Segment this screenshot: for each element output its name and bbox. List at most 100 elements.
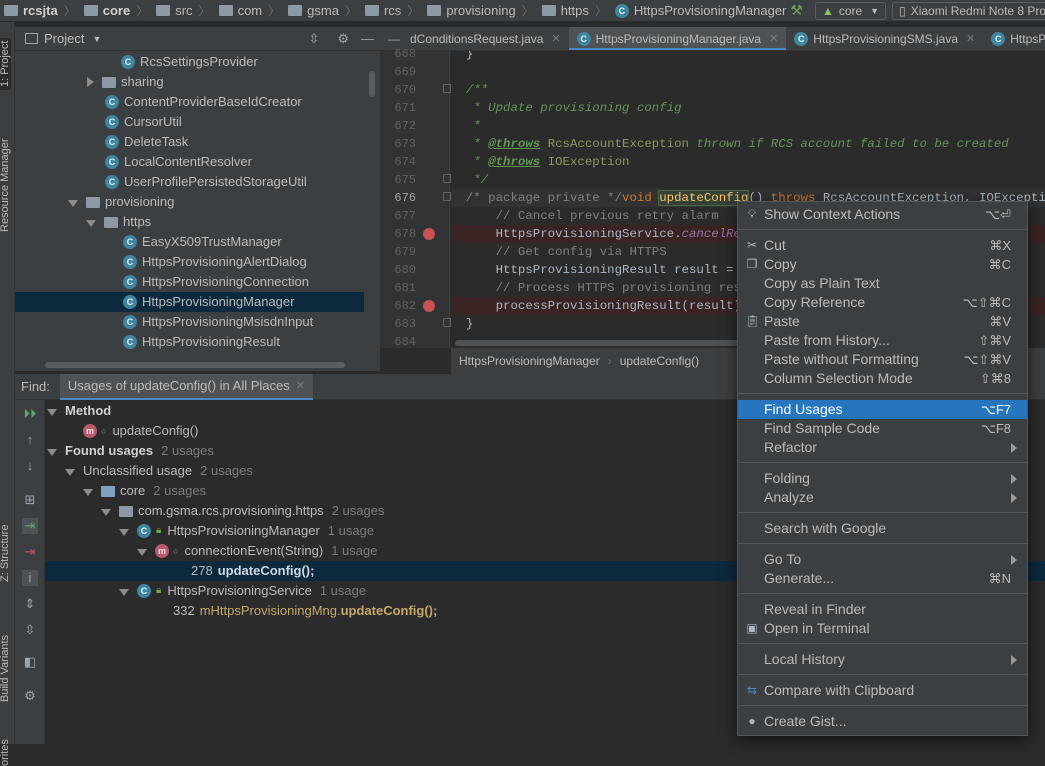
tree-item[interactable]: C RcsSettingsProvider [121,52,258,72]
collapse-arrow-icon[interactable] [119,588,129,596]
menu-item-local-history[interactable]: Local History [738,650,1027,669]
menu-item-copy-reference[interactable]: Copy Reference ⌥⇧⌘C [738,293,1027,312]
tab-resource-manager[interactable]: Resource Manager [0,138,11,232]
menu-item-compare-clipboard[interactable]: ⇆ Compare with Clipboard [738,681,1027,700]
close-icon[interactable]: ✕ [769,32,778,45]
arrow-up-icon[interactable]: ↑ [22,432,38,448]
rerun-icon[interactable]: ⏵⏵ [22,406,38,422]
expand-all-icon[interactable]: ⇕ [22,596,38,612]
write-access-icon[interactable]: ⇥ [22,544,38,560]
menu-item-copy-plain-text[interactable]: Copy as Plain Text [738,274,1027,293]
tree-item[interactable]: C HttpsProvisioningAlertDialog [123,252,307,272]
menu-item-copy[interactable]: ❐ Copy ⌘C [738,255,1027,274]
menu-item-cut[interactable]: ✂ Cut ⌘X [738,236,1027,255]
fold-icon[interactable] [443,318,451,327]
device-select[interactable]: ▯Xiaomi Redmi Note 8 Pro▼ [892,1,1045,20]
editor-gutter[interactable]: 668 669 670 671 672 673 674 675 676 677 … [380,47,451,349]
breadcrumb-item[interactable]: rcsjta 〉 [0,0,80,21]
close-icon[interactable]: ✕ [296,379,305,392]
tree-item[interactable]: C EasyX509TrustManager [123,232,282,252]
hide-icon[interactable]: — [361,31,374,46]
tab-structure[interactable]: Z: Structure [0,525,11,582]
tree-item[interactable]: provisioning [68,192,174,212]
collapse-all-icon[interactable]: ⇳ [308,31,319,47]
collapse-arrow-icon[interactable] [86,219,96,227]
menu-item-search-google[interactable]: Search with Google [738,519,1027,538]
tree-item[interactable]: C HttpsProvisioningConnection [123,272,309,292]
menu-item-analyze[interactable]: Analyze [738,488,1027,507]
menu-item-folding[interactable]: Folding [738,469,1027,488]
hammer-icon[interactable]: ⚒ [790,2,803,19]
collapse-arrow-icon[interactable] [47,408,57,416]
breadcrumb-method[interactable]: updateConfig() [620,354,699,368]
menu-item-go-to[interactable]: Go To [738,550,1027,569]
project-view-select[interactable]: Project [44,31,84,46]
breadcrumb-item[interactable]: com 〉 [215,0,285,21]
fold-icon[interactable] [443,174,451,183]
tree-item[interactable]: C CursorUtil [105,112,182,132]
collapse-arrow-icon[interactable] [68,199,78,207]
menu-item-open-in-terminal[interactable]: ▣ Open in Terminal [738,619,1027,638]
tree-item-selected[interactable]: C HttpsProvisioningManager [15,292,364,312]
tree-item[interactable]: C UserProfilePersistedStorageUtil [105,172,307,192]
tree-item[interactable]: sharing [87,72,164,92]
breakpoint-icon[interactable] [423,228,435,240]
read-access-icon[interactable]: ⇥ [22,518,38,534]
breadcrumb-item[interactable]: https 〉 [538,0,611,21]
menu-item-paste-without-formatting[interactable]: Paste without Formatting ⌥⇧⌘V [738,350,1027,369]
menu-item-show-context-actions[interactable]: 💡︎ Show Context Actions ⌥⏎ [738,205,1027,224]
menu-item-find-sample-code[interactable]: Find Sample Code ⌥F8 [738,419,1027,438]
preview-icon[interactable]: ◧ [22,654,38,670]
gear-icon[interactable]: ⚙ [337,31,349,47]
menu-item-column-selection[interactable]: Column Selection Mode ⇧⌘8 [738,369,1027,388]
find-tab[interactable]: Usages of updateConfig() in All Places ✕ [59,373,313,400]
menu-item-create-gist[interactable]: ● Create Gist... [738,712,1027,731]
tree-item[interactable]: C HttpsProvisioningResult [123,332,280,352]
tree-item[interactable]: https [86,212,151,232]
tab-https-provisioning-sms[interactable]: C HttpsProvisioningSMS.java ✕ [786,27,983,50]
group-icon[interactable]: ⊞ [22,492,38,508]
arrow-down-icon[interactable]: ↓ [22,458,38,474]
collapse-arrow-icon[interactable] [119,528,129,536]
breadcrumb-item[interactable]: rcs 〉 [361,0,423,21]
close-icon[interactable]: ✕ [966,32,975,45]
info-icon[interactable]: i [22,570,38,586]
breadcrumb-item[interactable]: C HttpsProvisioningManager [611,0,790,21]
menu-item-find-usages[interactable]: Find Usages ⌥F7 [738,400,1027,419]
menu-item-generate[interactable]: Generate... ⌘N [738,569,1027,588]
tab-https-provisioning-more[interactable]: CHttpsProvisioninc [983,27,1045,50]
breakpoint-icon[interactable] [423,300,435,312]
tree-item[interactable]: C ContentProviderBaseIdCreator [105,92,302,112]
breadcrumb-item[interactable]: gsma 〉 [284,0,361,21]
breadcrumb-item[interactable]: src 〉 [152,0,214,21]
tab-https-provisioning-manager[interactable]: C HttpsProvisioningManager.java ✕ [568,27,787,50]
menu-item-paste[interactable]: 📋︎ Paste ⌘V [738,312,1027,331]
tree-item[interactable]: C LocalContentResolver [105,152,252,172]
close-icon[interactable]: ✕ [551,32,560,45]
horizontal-scrollbar[interactable] [45,362,345,368]
collapse-all-icon[interactable]: ⇳ [22,622,38,638]
chevron-down-icon[interactable]: ▼ [92,34,101,44]
breadcrumb-class[interactable]: HttpsProvisioningManager [459,354,600,368]
menu-item-reveal-in-finder[interactable]: Reveal in Finder [738,600,1027,619]
menu-item-refactor[interactable]: Refactor [738,438,1027,457]
fold-icon[interactable] [443,84,451,93]
collapse-arrow-icon[interactable] [83,488,93,496]
tab-project[interactable]: 1: Project [0,37,11,90]
fold-icon[interactable] [443,192,451,201]
collapse-arrow-icon[interactable] [101,508,111,516]
collapse-arrow-icon[interactable] [65,468,75,476]
horizontal-scrollbar[interactable] [455,340,745,346]
run-config-select[interactable]: ▲ core ▼ [814,1,887,20]
collapse-arrow-icon[interactable] [137,548,147,556]
collapse-arrow-icon[interactable] [47,448,57,456]
expand-arrow-icon[interactable] [87,77,94,87]
menu-item-paste-from-history[interactable]: Paste from History... ⇧⌘V [738,331,1027,350]
vertical-scrollbar[interactable] [369,71,375,97]
gear-icon[interactable]: ⚙ [22,688,38,704]
tree-item[interactable]: C HttpsProvisioningMsisdnInput [123,312,313,332]
tree-item[interactable]: C DeleteTask [105,132,188,152]
breadcrumb-item[interactable]: provisioning 〉 [423,0,537,21]
tab-build-variants[interactable]: Build Variants [0,635,11,702]
tab-favorites[interactable]: orites [0,739,11,766]
